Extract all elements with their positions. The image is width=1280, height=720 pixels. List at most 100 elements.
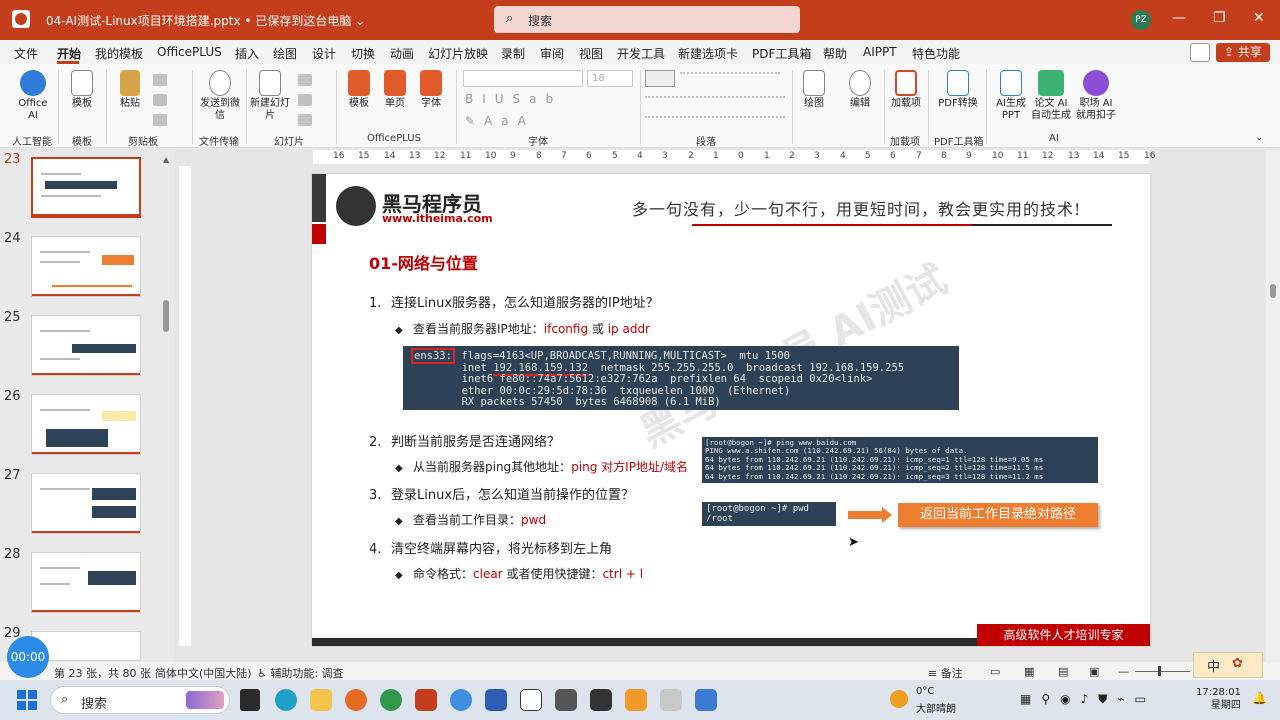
tab-insert[interactable]: 插入 [235, 45, 259, 62]
tab-new-tab[interactable]: 新建选项卡 [678, 45, 738, 62]
scroll-thumb[interactable] [163, 300, 169, 332]
comments-icon[interactable] [1190, 43, 1210, 62]
tray-icons[interactable]: ▦⚲◉♪⛊⌁▭ [1020, 692, 1156, 707]
tab-features[interactable]: 特色功能 [912, 45, 960, 62]
minimize-icon[interactable]: — [1172, 10, 1186, 26]
cut-icon[interactable] [153, 74, 167, 86]
taskbar-search[interactable]: ⌕ 搜索 [50, 686, 230, 714]
new-slide-button[interactable]: 新建幻灯片 [250, 70, 290, 122]
list-item[interactable]: 3. 登录Linux后，怎么知道当前操作的位置？ [369, 484, 634, 503]
font-size-select[interactable]: 18 [587, 70, 633, 87]
office-ai-button[interactable]: Office AI [12, 70, 54, 122]
font-button[interactable]: 字体 [416, 70, 446, 110]
paste-button[interactable]: 粘贴 [114, 70, 146, 110]
slide-sorter-icon[interactable]: ▦ [1024, 665, 1034, 678]
accessibility-status[interactable]: ♿ 辅助功能: 调查 [257, 665, 344, 681]
ai-ppt-button[interactable]: AI生成PPT [994, 70, 1028, 122]
format-painter-icon[interactable] [153, 114, 167, 126]
thumbnail-scrollbar[interactable]: ▲ [163, 155, 169, 655]
terminal-icon[interactable] [590, 689, 612, 711]
editing-button[interactable]: 编辑 [844, 70, 876, 110]
recording-timer[interactable]: 00:00 [7, 636, 49, 678]
normal-view-icon[interactable]: ▭ [990, 665, 1000, 678]
tab-design[interactable]: 设计 [312, 45, 336, 62]
file-explorer-icon[interactable] [310, 689, 332, 711]
sublime-icon[interactable] [625, 689, 647, 711]
avatar[interactable]: PZ [1131, 10, 1151, 30]
tab-developer[interactable]: 开发工具 [617, 45, 665, 62]
zoom-thumb[interactable] [1158, 666, 1161, 676]
slide-thumbnail-26[interactable] [31, 394, 141, 455]
slide-title[interactable]: 01-网络与位置 [369, 250, 478, 274]
typora-icon[interactable] [520, 689, 542, 711]
windows-start-icon[interactable] [17, 690, 37, 710]
tab-review[interactable]: 审阅 [540, 45, 564, 62]
messaging-icon[interactable] [485, 689, 507, 711]
firefox-icon[interactable] [345, 689, 367, 711]
slideshow-icon[interactable]: ▣ [1089, 665, 1099, 678]
slide-thumbnail-25[interactable] [31, 315, 141, 376]
font-name-select[interactable] [463, 70, 583, 87]
notification-icon[interactable]: 🔔 [1252, 691, 1267, 705]
drawing-button[interactable]: 绘图 [798, 70, 830, 110]
reading-view-icon[interactable]: ▤ [1058, 665, 1068, 678]
powerpoint-taskbar-icon[interactable] [415, 689, 437, 711]
sub-item[interactable]: ◆ 命令格式：clear 或者使用快捷键：ctrl + l [395, 565, 643, 582]
edge-icon[interactable] [275, 689, 297, 711]
template-button[interactable]: 模板 [64, 70, 100, 110]
slide-thumbnail-23[interactable] [31, 157, 141, 218]
callout-box[interactable]: 返回当前工作目录绝对路径 [898, 503, 1098, 527]
collapse-ribbon-icon[interactable]: ⌄ [1255, 132, 1263, 143]
pdf-convert-button[interactable]: PDF转换 [936, 70, 980, 110]
opl-template-button[interactable]: 模板 [344, 70, 374, 110]
tab-pdf-toolbox[interactable]: PDF工具箱 [752, 45, 811, 62]
zoom-slider[interactable] [1135, 671, 1190, 672]
task-view-icon[interactable] [240, 689, 260, 711]
addins-button[interactable]: 加载项 [890, 70, 922, 110]
powerpoint-icon[interactable] [12, 10, 30, 28]
tab-officeplus[interactable]: OfficePLUS [157, 45, 222, 59]
tab-slideshow[interactable]: 幻灯片放映 [428, 45, 488, 62]
scroll-thumb[interactable] [1270, 284, 1276, 298]
scroll-up-icon[interactable]: ▲ [163, 155, 169, 164]
notes-button[interactable]: ≡ 备注 [928, 665, 963, 681]
tab-view[interactable]: 视图 [579, 45, 603, 62]
notepad-icon[interactable] [660, 689, 682, 711]
chat-app-icon[interactable] [450, 689, 472, 711]
job-ai-button[interactable]: 职场 AI 就用扣子 [1075, 70, 1117, 122]
paper-ai-button[interactable]: 论文 AI 自动生成 [1031, 70, 1071, 122]
sub-item[interactable]: ◆ 从当前服务器ping其他地址：ping 对方IP地址/域名 [395, 458, 688, 475]
system-clock[interactable]: 17:28:01 星期四 [1196, 686, 1241, 712]
tab-animations[interactable]: 动画 [390, 45, 414, 62]
share-button[interactable]: ⇪ 共享 [1216, 43, 1270, 62]
restore-icon[interactable]: ❐ [1213, 10, 1226, 26]
list-item[interactable]: 1. 连接Linux服务器，怎么知道服务器的IP地址？ [369, 292, 659, 311]
search-box[interactable]: ⌕ 搜索 [494, 6, 800, 33]
slide-scrollbar[interactable] [1266, 150, 1280, 662]
layout-icon[interactable] [298, 74, 312, 86]
slide-thumbnail-28[interactable] [31, 552, 141, 613]
language-status[interactable]: 简体中文(中国大陆) [155, 665, 252, 681]
sub-item[interactable]: ◆ 查看当前工作目录：pwd [395, 511, 546, 528]
tab-help[interactable]: 帮助 [823, 45, 847, 62]
list-item[interactable]: 2. 判断当前服务是否连通网络？ [369, 431, 560, 450]
reset-icon[interactable] [298, 94, 312, 106]
save-status[interactable]: 已保存到这台电脑 [255, 14, 351, 28]
single-page-button[interactable]: 单页 [380, 70, 410, 110]
sub-item[interactable]: ◆ 查看当前服务器IP地址：ifconfig 或 ip addr [395, 320, 650, 337]
tab-transitions[interactable]: 切换 [351, 45, 375, 62]
tab-record[interactable]: 录制 [501, 45, 525, 62]
send-wechat-button[interactable]: 发送到微信 [198, 70, 242, 122]
slide-thumbnail-24[interactable] [31, 236, 141, 297]
tab-my-templates[interactable]: 我的模板 [95, 45, 143, 62]
copy-icon[interactable] [153, 94, 167, 106]
section-icon[interactable] [298, 114, 312, 126]
slide-thumbnail-27[interactable] [31, 473, 141, 534]
tab-draw[interactable]: 绘图 [273, 45, 297, 62]
list-item[interactable]: 4. 清空终端屏幕内容，将光标移到左上角 [369, 538, 612, 557]
ime-indicator[interactable]: 中 ✿ [1193, 652, 1263, 678]
close-icon[interactable]: ✕ [1253, 10, 1265, 26]
tab-home[interactable]: 开始 [57, 45, 81, 62]
slide-canvas[interactable]: 黑马程序员 www.itheima.com 多一句没有，少一句不行，用更短时间，… [312, 174, 1150, 646]
bullets-icon[interactable] [645, 70, 675, 87]
